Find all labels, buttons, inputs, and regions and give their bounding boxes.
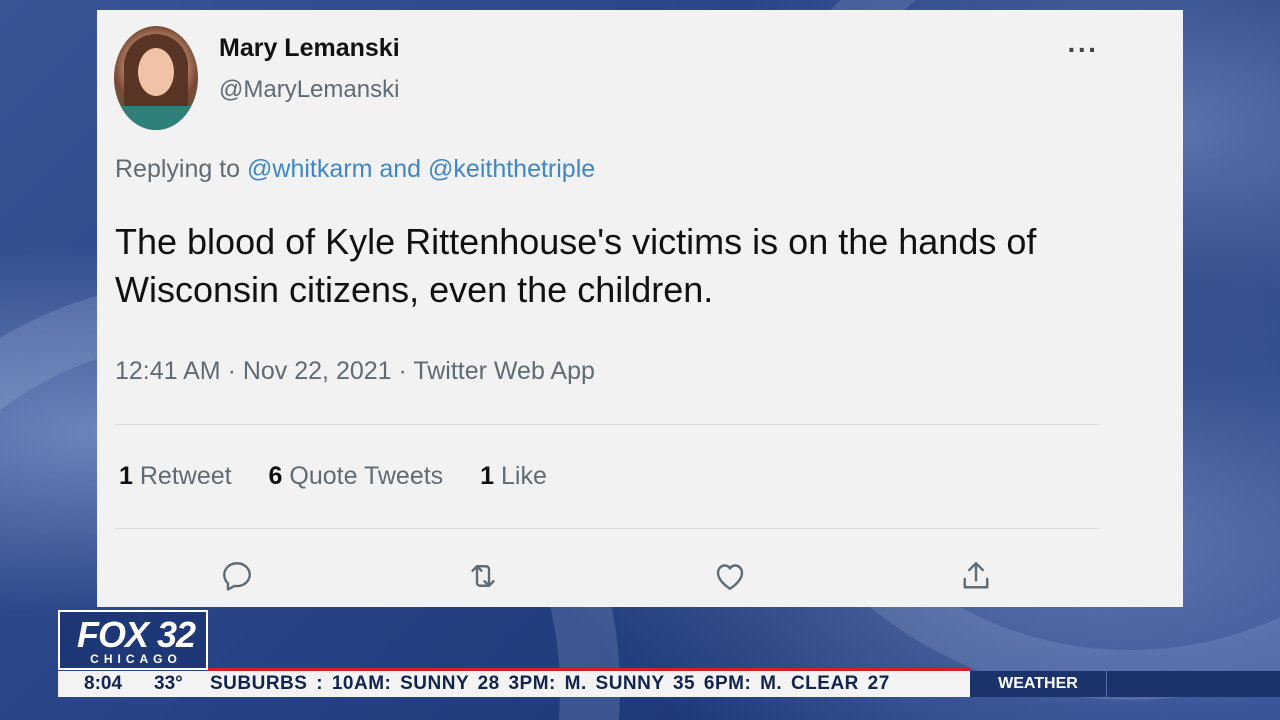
weather-bar xyxy=(1107,671,1280,697)
ticker-text: SUBURBS : 10AM: SUNNY 28 3PM: M. SUNNY 3… xyxy=(210,673,890,694)
avatar[interactable] xyxy=(114,26,198,130)
ticker-temperature: 33° xyxy=(154,673,183,694)
replying-prefix: Replying to xyxy=(115,155,241,183)
reply-mention-2[interactable]: @keiththetriple xyxy=(428,155,595,183)
news-ticker: 8:04 33° SUBURBS : 10AM: SUNNY 28 3PM: M… xyxy=(58,671,970,697)
tweet-timestamp[interactable]: 12:41 AM · Nov 22, 2021 · Twitter Web Ap… xyxy=(115,357,595,386)
weather-tab: WEATHER xyxy=(970,671,1106,697)
logo-main-text: FOX 32 xyxy=(76,614,196,655)
replying-to: Replying to @whitkarm and @keiththetripl… xyxy=(115,155,595,184)
like-icon[interactable] xyxy=(707,553,753,599)
like-label: Like xyxy=(501,462,547,490)
retweet-count: 1 xyxy=(119,462,133,490)
retweet-stat[interactable]: 1 Retweet xyxy=(119,462,232,490)
quote-count: 6 xyxy=(268,462,283,490)
retweet-icon[interactable] xyxy=(460,553,506,599)
tweet-stats: 1 Retweet 6 Quote Tweets 1 Like xyxy=(119,462,577,491)
ticker-time: 8:04 xyxy=(84,673,123,694)
logo-sub-text: CHICAGO xyxy=(90,652,182,666)
reply-icon[interactable] xyxy=(214,553,260,599)
quote-stat[interactable]: 6 Quote Tweets xyxy=(269,462,444,490)
display-name[interactable]: Mary Lemanski xyxy=(219,34,400,63)
like-count: 1 xyxy=(480,462,495,490)
tweet-text: The blood of Kyle Rittenhouse's victims … xyxy=(115,221,1037,310)
more-options-icon[interactable]: ··· xyxy=(1065,32,1101,68)
divider xyxy=(115,424,1099,425)
tweet-actions xyxy=(97,553,1183,599)
share-icon[interactable] xyxy=(953,553,999,599)
retweet-label: Retweet xyxy=(139,462,232,490)
user-handle[interactable]: @MaryLemanski xyxy=(219,76,399,104)
like-stat[interactable]: 1 Like xyxy=(480,462,547,490)
quote-label: Quote Tweets xyxy=(289,462,444,490)
station-logo: FOX 32 CHICAGO xyxy=(58,610,208,670)
reply-mention-1[interactable]: @whitkarm xyxy=(247,155,372,183)
tweet-card: Mary Lemanski @MaryLemanski ··· Replying… xyxy=(97,10,1183,607)
reply-and: and xyxy=(379,155,422,183)
divider xyxy=(115,528,1099,529)
